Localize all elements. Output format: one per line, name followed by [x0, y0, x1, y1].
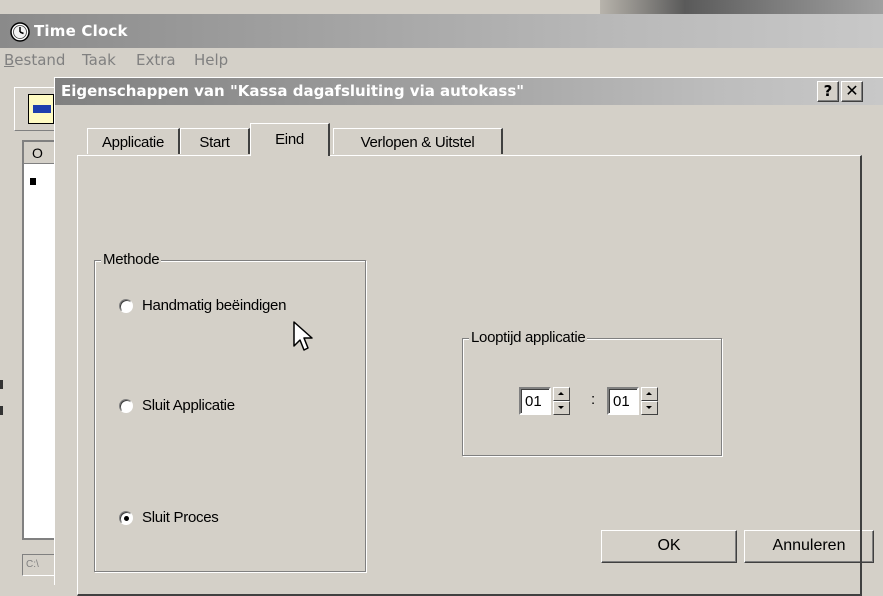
hours-input[interactable]: 01	[519, 387, 551, 415]
main-window-titlebar: Time Clock	[0, 0, 883, 48]
runtime-group: Looptijd applicatie 01 : 01	[462, 329, 722, 456]
desktop-strip-dark	[600, 0, 883, 14]
radio-sluit-proces-label[interactable]: Sluit Proces	[142, 509, 219, 526]
clock-icon	[10, 22, 30, 42]
properties-dialog: Eigenschappen van "Kassa dagafsluiting v…	[54, 77, 883, 596]
radio-handmatig-label[interactable]: Handmatig beëindigen	[142, 297, 286, 314]
menu-bestand-label: estand	[14, 51, 66, 69]
menu-bestand[interactable]: Bestand	[4, 51, 65, 69]
minutes-input[interactable]: 01	[607, 387, 639, 415]
radio-sluit-proces[interactable]	[119, 510, 133, 525]
radio-row-sluit-applicatie[interactable]: Sluit Applicatie	[119, 397, 235, 414]
radio-handmatig[interactable]	[119, 298, 133, 313]
menu-bestand-accel: B	[4, 51, 15, 69]
tab-panel-eind: Methode Handmatig beëindigen Sluit Appli…	[77, 155, 862, 596]
spin-down-icon[interactable]	[553, 401, 570, 415]
tab-eind[interactable]: Eind	[250, 123, 330, 156]
tab-verlopen-uitstel[interactable]: Verlopen & Uitstel	[333, 128, 503, 154]
method-group-label: Methode	[101, 251, 162, 268]
time-separator: :	[591, 391, 596, 408]
tab-start[interactable]: Start	[180, 128, 250, 154]
desktop-strip	[0, 0, 883, 14]
spin-down-icon[interactable]	[641, 401, 658, 415]
help-button[interactable]: ?	[817, 81, 839, 102]
method-group: Methode Handmatig beëindigen Sluit Appli…	[94, 251, 366, 572]
minutes-spinner[interactable]	[641, 387, 658, 415]
window-edge-mark	[0, 406, 3, 415]
spin-up-icon[interactable]	[553, 387, 570, 401]
window-edge-mark	[0, 380, 3, 389]
radio-row-handmatig[interactable]: Handmatig beëindigen	[119, 297, 286, 314]
dialog-titlebar[interactable]: Eigenschappen van "Kassa dagafsluiting v…	[55, 78, 883, 105]
runtime-group-label: Looptijd applicatie	[469, 329, 588, 346]
radio-sluit-applicatie[interactable]	[119, 398, 133, 413]
close-button[interactable]: ✕	[841, 81, 863, 102]
tab-applicatie[interactable]: Applicatie	[87, 128, 180, 154]
main-window-title: Time Clock	[34, 22, 128, 40]
dialog-title: Eigenschappen van "Kassa dagafsluiting v…	[61, 82, 525, 100]
mouse-pointer-icon	[293, 321, 313, 351]
radio-row-sluit-proces[interactable]: Sluit Proces	[119, 509, 219, 526]
menu-extra[interactable]: Extra	[136, 51, 176, 69]
task-list-item[interactable]	[30, 178, 36, 185]
spin-up-icon[interactable]	[641, 387, 658, 401]
menu-taak[interactable]: Taak	[82, 51, 116, 69]
main-menubar: Bestand Taak Extra Help	[0, 49, 883, 69]
document-icon	[28, 94, 54, 124]
hours-spinner[interactable]	[553, 387, 570, 415]
menu-help[interactable]: Help	[194, 51, 228, 69]
radio-sluit-applicatie-label[interactable]: Sluit Applicatie	[142, 397, 235, 414]
